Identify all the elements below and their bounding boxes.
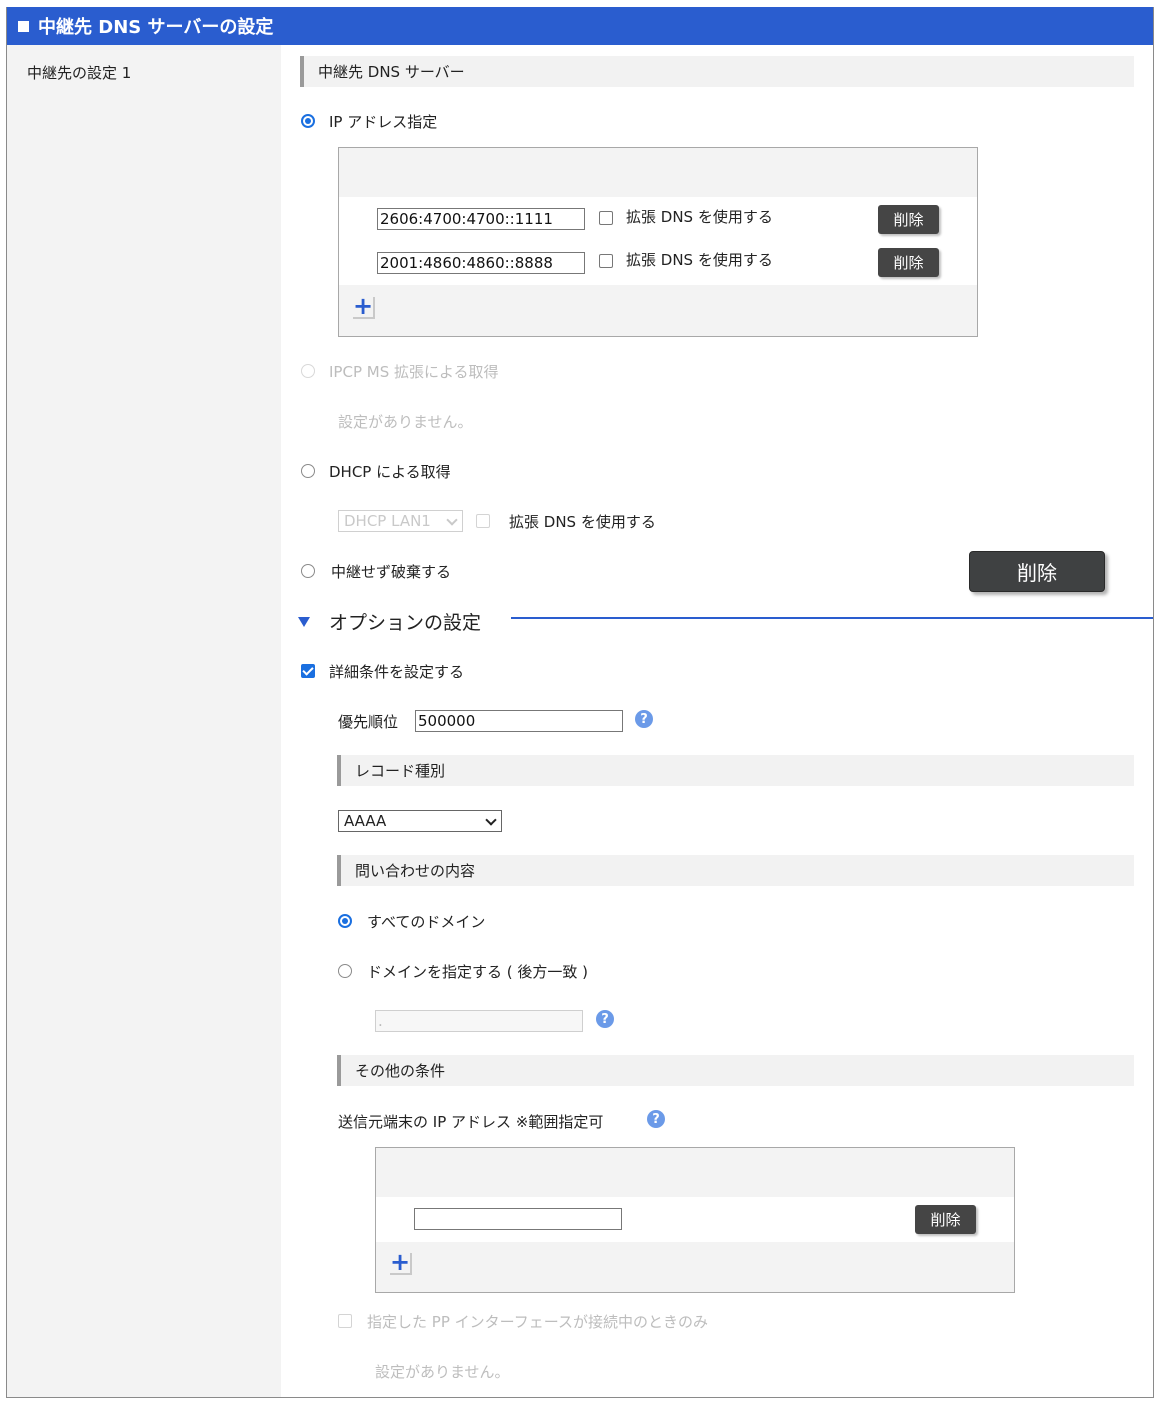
- section-query-content: 問い合わせの内容: [337, 855, 1134, 886]
- chevron-down-icon: [446, 514, 458, 526]
- delete-server-button-1[interactable]: 削除: [878, 205, 939, 234]
- relay-setting-label: 中継先の設定 1: [27, 64, 132, 82]
- detail-conditions-label: 詳細条件を設定する: [329, 663, 465, 681]
- square-icon: [18, 20, 29, 32]
- domain-help-icon[interactable]: ?: [596, 1010, 614, 1028]
- delete-source-ip-button[interactable]: 削除: [915, 1205, 976, 1234]
- add-server-plus-icon[interactable]: +: [353, 294, 375, 319]
- radio-all-domains[interactable]: [338, 914, 352, 928]
- source-ip-list-panel: 削除 +: [375, 1147, 1015, 1293]
- add-source-ip-plus-icon[interactable]: +: [390, 1250, 412, 1275]
- priority-input[interactable]: 500000: [415, 710, 623, 732]
- dns-relay-panel: 中継先 DNS サーバーの設定 中継先の設定 1 中継先 DNS サーバー IP…: [6, 7, 1154, 1398]
- dns-server-rows: 2606:4700:4700::1111 拡張 DNS を使用する 削除 200…: [339, 197, 977, 285]
- section-record-type: レコード種別: [337, 755, 1134, 786]
- priority-help-icon[interactable]: ?: [635, 710, 653, 728]
- ipcp-none-text: 設定がありません。: [338, 413, 473, 431]
- pp-interface-label: 指定した PP インターフェースが接続中のときのみ: [367, 1313, 708, 1331]
- left-column: 中継先の設定 1: [7, 45, 281, 1397]
- delete-server-button-2[interactable]: 削除: [878, 248, 939, 277]
- record-type-value: AAAA: [344, 812, 387, 830]
- query-section-title: 問い合わせの内容: [355, 862, 476, 880]
- dns-server-list-panel: 2606:4700:4700::1111 拡張 DNS を使用する 削除 200…: [338, 147, 978, 337]
- options-divider: [511, 617, 1153, 619]
- section-title: 中継先 DNS サーバー: [318, 63, 465, 81]
- ext-dns-checkbox-2[interactable]: [599, 254, 613, 268]
- ipcp-label: IPCP MS 拡張による取得: [329, 363, 499, 381]
- dhcp-ext-dns-checkbox[interactable]: [476, 514, 490, 528]
- section-other-conditions: その他の条件: [337, 1055, 1134, 1086]
- radio-dhcp[interactable]: [301, 464, 315, 478]
- ext-dns-checkbox-1[interactable]: [599, 211, 613, 225]
- ip-option-label: IP アドレス指定: [329, 113, 438, 131]
- source-ip-help-icon[interactable]: ?: [647, 1110, 665, 1128]
- source-ip-rows: 削除: [376, 1197, 1014, 1242]
- record-type-select[interactable]: AAAA: [338, 810, 502, 832]
- source-ip-input[interactable]: [414, 1208, 622, 1230]
- options-title[interactable]: オプションの設定: [329, 608, 481, 635]
- source-ip-label: 送信元端末の IP アドレス ※範囲指定可: [338, 1113, 604, 1131]
- ext-dns-label-1: 拡張 DNS を使用する: [626, 208, 773, 226]
- other-section-title: その他の条件: [355, 1062, 446, 1080]
- dhcp-interface-select[interactable]: DHCP LAN1: [338, 510, 463, 532]
- ext-dns-label-2: 拡張 DNS を使用する: [626, 251, 773, 269]
- dns-server-address-input-1[interactable]: 2606:4700:4700::1111: [377, 208, 585, 230]
- dhcp-ext-dns-label: 拡張 DNS を使用する: [509, 513, 656, 531]
- dhcp-interface-value: DHCP LAN1: [344, 512, 431, 530]
- domain-input[interactable]: .: [375, 1010, 583, 1032]
- specify-domain-label: ドメインを指定する ( 後方一致 ): [367, 963, 589, 981]
- section-relay-dns-server: 中継先 DNS サーバー: [300, 56, 1134, 87]
- radio-discard[interactable]: [301, 564, 315, 578]
- delete-relay-button[interactable]: 削除: [969, 551, 1105, 592]
- collapse-triangle-icon[interactable]: [298, 617, 310, 627]
- all-domains-label: すべてのドメイン: [367, 913, 486, 931]
- dhcp-label: DHCP による取得: [329, 463, 451, 481]
- pp-none-text: 設定がありません。: [375, 1363, 510, 1381]
- chevron-down-icon: [485, 814, 497, 826]
- radio-ip-address[interactable]: [301, 114, 315, 128]
- record-section-title: レコード種別: [355, 762, 446, 780]
- discard-label: 中継せず破棄する: [331, 563, 452, 581]
- window-titlebar: 中継先 DNS サーバーの設定: [7, 7, 1153, 45]
- dns-server-address-input-2[interactable]: 2001:4860:4860::8888: [377, 252, 585, 274]
- pp-interface-checkbox[interactable]: [338, 1314, 352, 1328]
- radio-specify-domain[interactable]: [338, 964, 352, 978]
- detail-conditions-checkbox[interactable]: [301, 664, 315, 678]
- radio-ipcp[interactable]: [301, 364, 315, 378]
- window-title: 中継先 DNS サーバーの設定: [38, 17, 274, 38]
- priority-label: 優先順位: [338, 713, 399, 731]
